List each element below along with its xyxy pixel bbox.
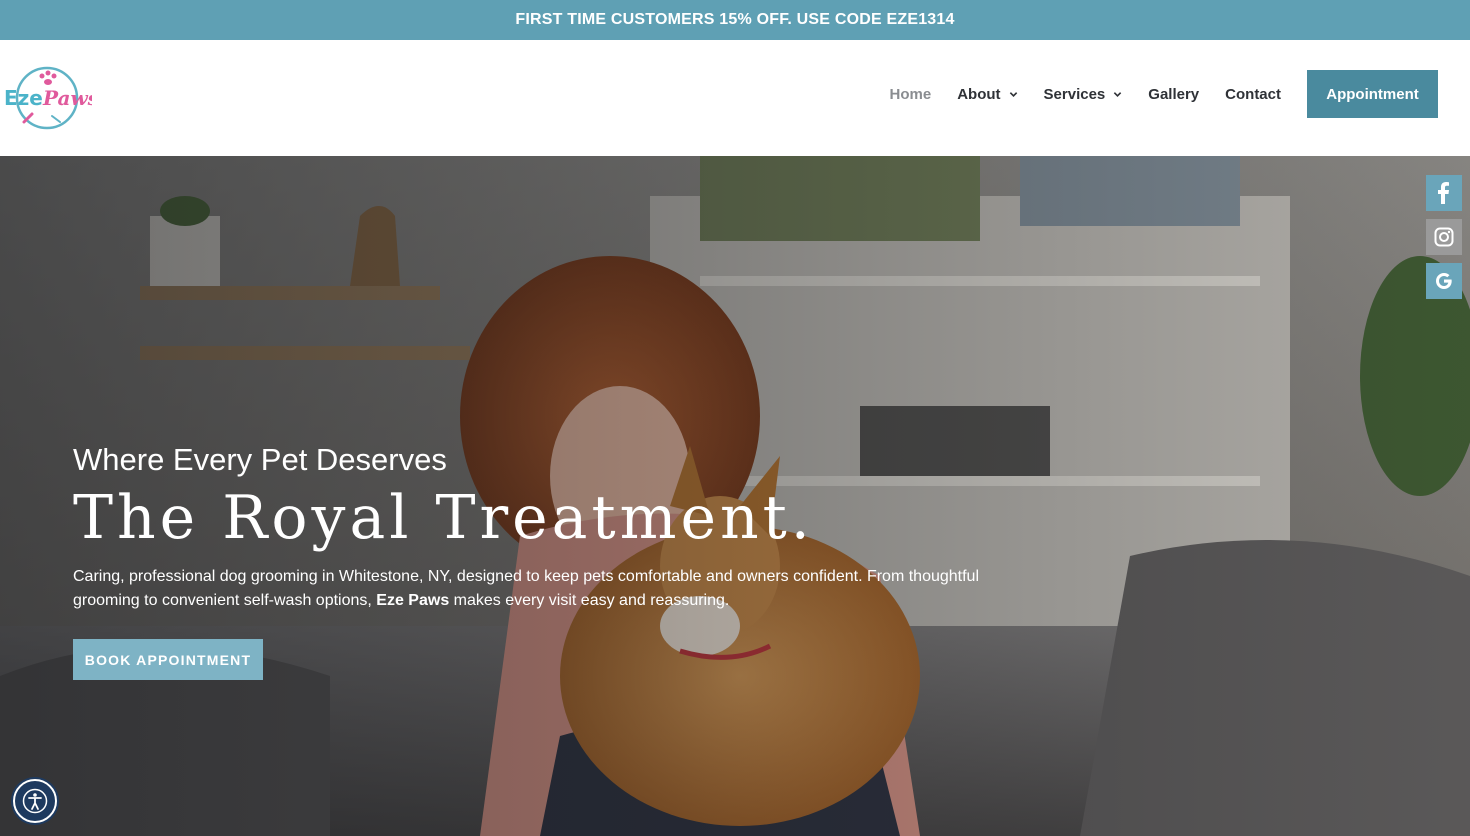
nav-about-label: About (957, 85, 1001, 103)
hero-description: Caring, professional dog grooming in Whi… (73, 565, 1013, 613)
promo-text: FIRST TIME CUSTOMERS 15% OFF. USE CODE E… (515, 11, 955, 28)
facebook-icon (1438, 182, 1449, 204)
hero-content: Where Every Pet Deserves The Royal Treat… (73, 441, 1013, 680)
nav-about[interactable]: About (957, 86, 1017, 103)
nav-home-label: Home (889, 85, 932, 103)
hero-section: Where Every Pet Deserves The Royal Treat… (0, 156, 1470, 836)
instagram-button[interactable] (1426, 219, 1462, 255)
social-sidebar (1426, 175, 1462, 307)
appointment-button-label: Appointment (1326, 85, 1419, 103)
book-appointment-label: BOOK APPOINTMENT (84, 651, 252, 668)
book-appointment-button[interactable]: BOOK APPOINTMENT (73, 639, 263, 680)
nav-contact-label: Contact (1225, 85, 1281, 103)
facebook-button[interactable] (1426, 175, 1462, 211)
nav-gallery-label: Gallery (1148, 85, 1200, 103)
nav-contact[interactable]: Contact (1225, 86, 1281, 103)
nav-gallery[interactable]: Gallery (1148, 86, 1199, 103)
appointment-button[interactable]: Appointment (1307, 70, 1438, 118)
hero-kicker: Where Every Pet Deserves (73, 442, 447, 477)
svg-text:Paws: Paws (42, 86, 92, 110)
hero-title: The Royal Treatment. (73, 483, 814, 553)
main-nav: Home About Services Gallery Contact Appo… (864, 70, 1438, 118)
accessibility-button[interactable] (13, 779, 57, 823)
svg-text:Eze: Eze (4, 86, 43, 110)
chevron-down-icon (1114, 91, 1122, 97)
nav-home[interactable]: Home (890, 86, 932, 103)
chevron-down-icon (1009, 91, 1017, 97)
nav-services-label: Services (1043, 85, 1106, 103)
hero-desc-text-end: makes every visit easy and reassuring. (449, 592, 730, 609)
eze-paws-logo[interactable]: Eze Paws (2, 64, 99, 132)
accessibility-icon (22, 788, 48, 814)
site-header: Eze Paws Home About Services Gallery Con… (0, 40, 1470, 156)
hero-desc-brand: Eze Paws (376, 592, 450, 609)
promo-bar: FIRST TIME CUSTOMERS 15% OFF. USE CODE E… (0, 0, 1470, 40)
nav-services[interactable]: Services (1044, 86, 1123, 103)
google-button[interactable] (1426, 263, 1462, 299)
instagram-icon (1434, 227, 1454, 247)
google-icon (1436, 273, 1452, 289)
